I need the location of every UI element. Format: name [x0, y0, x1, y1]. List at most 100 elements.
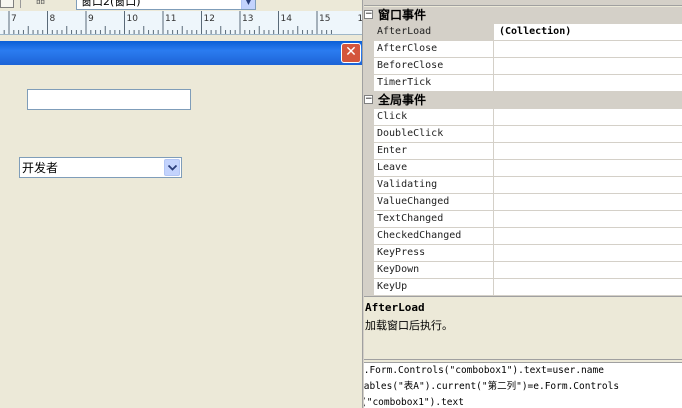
property-name[interactable]: AfterLoad — [374, 24, 494, 40]
property-value[interactable] — [495, 109, 682, 125]
toolbar-tool-icon[interactable] — [0, 0, 14, 8]
ruler-label: 11 — [165, 14, 177, 24]
property-row-gutter — [364, 126, 374, 143]
toolbar-separator — [20, 0, 21, 8]
ruler-label: 7 — [11, 14, 17, 24]
property-value[interactable] — [495, 211, 682, 227]
property-category-label: 全局事件 — [378, 93, 427, 107]
textbox1-input[interactable] — [27, 89, 191, 110]
ruler-label: 13 — [242, 14, 254, 24]
designer-toolbar: 品 窗口2(窗口) ▼ — [0, 0, 362, 11]
property-value[interactable] — [495, 143, 682, 159]
property-row[interactable]: Enter — [364, 143, 682, 160]
chevron-down-icon[interactable]: ▼ — [241, 0, 255, 9]
property-value[interactable] — [495, 262, 682, 278]
property-row-gutter — [364, 143, 374, 160]
property-value[interactable] — [495, 41, 682, 57]
property-row[interactable]: ValueChanged — [364, 194, 682, 211]
property-row[interactable]: KeyPress — [364, 245, 682, 262]
property-row[interactable]: Leave — [364, 160, 682, 177]
property-row[interactable]: CheckedChanged — [364, 228, 682, 245]
ruler-label: 9 — [88, 14, 94, 24]
property-name[interactable]: Enter — [374, 143, 494, 159]
property-description: AfterLoad 加载窗口后执行。 — [364, 296, 682, 360]
chevron-down-icon[interactable] — [164, 159, 180, 176]
form-designer: 品 窗口2(窗口) ▼ 789101112131415161718191 ✕ 开… — [0, 0, 362, 408]
combobox1-value: 开发者 — [22, 161, 59, 175]
property-name[interactable]: CheckedChanged — [374, 228, 494, 244]
property-name[interactable]: KeyDown — [374, 262, 494, 278]
combobox1-select[interactable]: 开发者 — [19, 157, 182, 178]
ruler-label: 8 — [49, 14, 56, 24]
property-category[interactable]: − 全局事件 — [364, 92, 682, 109]
property-row[interactable]: BeforeClose — [364, 58, 682, 75]
property-row[interactable]: Validating — [364, 177, 682, 194]
property-row-gutter — [364, 194, 374, 211]
property-row-gutter — [364, 41, 374, 58]
close-icon[interactable]: ✕ — [341, 43, 361, 63]
property-row[interactable]: TimerTick — [364, 75, 682, 92]
property-name[interactable]: Leave — [374, 160, 494, 176]
ruler-label: 12 — [203, 14, 215, 24]
code-preview[interactable]: e.Form.Controls("combobox1").text=user.n… — [364, 362, 682, 408]
property-row[interactable]: KeyDown — [364, 262, 682, 279]
property-row-gutter — [364, 279, 374, 296]
property-value[interactable] — [495, 75, 682, 91]
property-name[interactable]: AfterClose — [374, 41, 494, 57]
property-value[interactable] — [495, 58, 682, 74]
collapse-minus-icon[interactable]: − — [364, 10, 373, 19]
code-line: ("combobox1").text — [364, 397, 464, 408]
property-grid: − 窗口事件 AfterLoad (Collection) AfterClose Befo… — [364, 7, 682, 296]
property-row-gutter — [364, 211, 374, 228]
property-category[interactable]: − 窗口事件 — [364, 7, 682, 24]
property-name[interactable]: BeforeClose — [374, 58, 494, 74]
property-value[interactable] — [495, 245, 682, 261]
collapse-minus-icon[interactable]: − — [364, 95, 373, 104]
property-row[interactable]: Click — [364, 109, 682, 126]
property-row-gutter — [364, 75, 374, 92]
window-select-value: 窗口2(窗口) — [81, 0, 141, 8]
property-row-gutter — [364, 24, 374, 41]
ruler-label: 14 — [280, 14, 292, 24]
properties-toolbar — [364, 0, 682, 6]
property-row[interactable]: TextChanged — [364, 211, 682, 228]
properties-panel: − 窗口事件 AfterLoad (Collection) AfterClose Befo… — [364, 0, 682, 408]
property-row-gutter — [364, 109, 374, 126]
description-title: AfterLoad — [365, 301, 425, 314]
property-row-gutter — [364, 245, 374, 262]
property-value[interactable] — [495, 279, 682, 295]
property-value[interactable] — [495, 228, 682, 244]
property-value[interactable] — [495, 177, 682, 193]
property-row-gutter — [364, 177, 374, 194]
property-name[interactable]: TimerTick — [374, 75, 494, 91]
form-canvas: 开发者 — [0, 65, 362, 408]
property-row[interactable]: AfterLoad (Collection) — [364, 24, 682, 41]
property-row-gutter — [364, 160, 374, 177]
description-text: 加载窗口后执行。 — [365, 319, 453, 332]
property-row[interactable]: DoubleClick — [364, 126, 682, 143]
form-title-bar[interactable]: ✕ — [0, 41, 362, 65]
window-select[interactable]: 窗口2(窗口) ▼ — [76, 0, 256, 10]
property-name[interactable]: TextChanged — [374, 211, 494, 227]
property-name[interactable]: ValueChanged — [374, 194, 494, 210]
code-line: Tables("表A").current("第二列")=e.Form.Contr… — [364, 381, 620, 392]
horizontal-ruler: 789101112131415161718191 — [0, 11, 362, 35]
property-value[interactable] — [495, 194, 682, 210]
property-name[interactable]: DoubleClick — [374, 126, 494, 142]
code-line: e.Form.Controls("combobox1").text=user.n… — [364, 365, 604, 376]
property-value[interactable] — [495, 160, 682, 176]
property-name[interactable]: KeyPress — [374, 245, 494, 261]
property-row-gutter — [364, 58, 374, 75]
ruler-label: 15 — [319, 14, 331, 24]
property-name[interactable]: KeyUp — [374, 279, 494, 295]
property-row[interactable]: KeyUp — [364, 279, 682, 296]
property-value[interactable]: (Collection) — [495, 24, 682, 40]
property-name[interactable]: Validating — [374, 177, 494, 193]
property-value[interactable] — [495, 126, 682, 142]
toolbar-layout-icon[interactable]: 品 — [36, 0, 45, 6]
ruler-label: 10 — [126, 14, 138, 24]
ide-window: 品 窗口2(窗口) ▼ 789101112131415161718191 ✕ 开… — [0, 0, 682, 408]
property-name[interactable]: Click — [374, 109, 494, 125]
property-row[interactable]: AfterClose — [364, 41, 682, 58]
property-row-gutter — [364, 262, 374, 279]
